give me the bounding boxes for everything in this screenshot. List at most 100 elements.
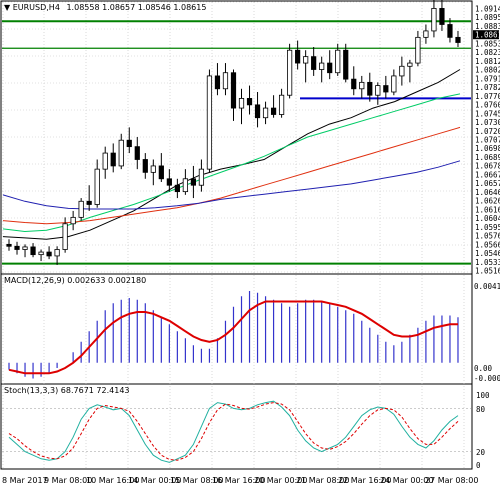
stoch-tick-label: 100 xyxy=(476,391,490,400)
svg-text:▼ EURUSD,H4 1.08558 1: ▼ EURUSD,H4 1.08558 1.08657 1.08546 1.08… xyxy=(4,3,206,12)
candle-body xyxy=(295,49,301,64)
candle-body xyxy=(270,107,277,115)
candle-body xyxy=(206,75,213,170)
price-tick-label: 1.07200 xyxy=(475,127,500,136)
stoch-axis: 100 80 20 0 xyxy=(476,391,490,470)
price-tick-label: 1.08835 xyxy=(475,22,500,31)
macd-tick-label: 0.00 xyxy=(474,364,493,373)
price-axis: 1.091401.089501.088351.086151.085301.082… xyxy=(473,5,500,276)
stoch-panel[interactable] xyxy=(0,383,473,470)
stoch-tick-label: 20 xyxy=(476,448,486,457)
candle-body xyxy=(46,251,52,257)
macd-panel[interactable] xyxy=(0,273,473,385)
price-tick-label: 1.08530 xyxy=(475,39,500,48)
symbol-label: EURUSD,H4 xyxy=(13,3,60,12)
candle-body xyxy=(166,178,172,186)
candle-body xyxy=(102,152,108,170)
candle-body xyxy=(262,107,269,119)
candle-body xyxy=(431,8,437,32)
time-tick-label: 27 Mar 08:00 xyxy=(425,476,478,485)
candle-body xyxy=(78,200,84,218)
price-tick-label: 1.06895 xyxy=(475,153,500,162)
price-tick-label: 1.08615 xyxy=(475,31,500,40)
candle-body xyxy=(158,165,164,180)
price-tick-label: 1.08950 xyxy=(475,13,500,22)
candle-body xyxy=(198,168,205,186)
candle-body xyxy=(134,146,140,160)
candle-body xyxy=(94,168,100,205)
price-tick-label: 1.08125 xyxy=(475,57,500,66)
candle-body xyxy=(118,139,124,167)
price-tick-label: 1.08230 xyxy=(475,48,500,57)
price-tick-label: 1.05330 xyxy=(475,258,500,267)
price-tick-label: 1.06460 xyxy=(475,188,500,197)
candle-body xyxy=(86,200,92,205)
candle-body xyxy=(70,216,76,225)
candle-body xyxy=(327,62,333,74)
price-tick-label: 1.05955 xyxy=(475,223,500,232)
candle-body xyxy=(319,62,325,70)
candle-body xyxy=(375,85,381,96)
stoch-label: Stoch(13,3,3) 68.7671 72.4143 xyxy=(4,386,130,395)
candle-body xyxy=(222,72,229,90)
macd-axis: 0.004116 0.00-0.000901 xyxy=(474,282,500,383)
symbol-icon: ▼ xyxy=(4,3,13,12)
candle-body xyxy=(238,98,245,109)
candle-body xyxy=(455,36,461,43)
macd-label: MACD(12,26,9) 0.002633 0.002180 xyxy=(4,276,146,285)
candle-body xyxy=(174,184,180,193)
price-tick-label: 1.06670 xyxy=(475,170,500,179)
price-tick-label: 1.07300 xyxy=(475,118,500,127)
time-tick-label: 8 Mar 2017 xyxy=(2,476,48,485)
candle-body xyxy=(439,8,445,25)
candle-body xyxy=(423,30,429,38)
candle-body xyxy=(246,98,253,106)
candle-body xyxy=(38,251,44,256)
candle-body xyxy=(182,178,188,193)
price-tick-label: 1.06785 xyxy=(475,162,500,171)
price-tick-label: 1.07605 xyxy=(475,101,500,110)
price-tick-label: 1.09140 xyxy=(475,5,500,14)
candle-body xyxy=(150,165,156,173)
candle-body xyxy=(254,104,261,119)
price-tick-label: 1.05660 xyxy=(475,240,500,249)
price-tick-label: 1.07825 xyxy=(475,83,500,92)
candle-body xyxy=(54,249,60,257)
ohlc-values: 1.08558 1.08657 1.08546 1.08615 xyxy=(66,3,206,12)
candle-body xyxy=(343,49,349,80)
candle-body xyxy=(359,81,365,90)
price-tick-label: 1.05465 xyxy=(475,249,500,258)
stoch-tick-label: 80 xyxy=(476,405,486,414)
candle-body xyxy=(142,159,148,173)
price-tick-label: 1.06265 xyxy=(475,197,500,206)
candle-body xyxy=(391,75,397,93)
price-tick-label: 1.07450 xyxy=(475,109,500,118)
candle-body xyxy=(6,243,12,247)
price-tick-label: 1.08025 xyxy=(475,66,500,75)
price-tick-label: 1.07915 xyxy=(475,74,500,83)
candle-body xyxy=(311,56,317,70)
price-tick-label: 1.07075 xyxy=(475,136,500,145)
candle-body xyxy=(407,62,413,67)
stoch-tick-label: 0 xyxy=(476,461,481,470)
candle-body xyxy=(367,81,373,96)
time-axis: 8 Mar 20179 Mar 08:0010 Mar 16:0014 Mar … xyxy=(2,476,478,485)
candle-body xyxy=(14,245,20,250)
candle-body xyxy=(22,246,28,250)
candle-body xyxy=(230,72,237,109)
candle-body xyxy=(335,49,341,74)
candle-body xyxy=(278,94,285,115)
candle-body xyxy=(62,223,68,250)
price-panel[interactable] xyxy=(0,0,473,275)
candle-body xyxy=(303,56,309,64)
trading-chart[interactable]: 1.091401.089501.088351.086151.085301.082… xyxy=(0,0,500,490)
candle-body xyxy=(415,36,421,64)
candle-body xyxy=(126,139,132,148)
price-tick-label: 1.05160 xyxy=(475,267,500,276)
price-tick-label: 1.06575 xyxy=(475,179,500,188)
candle-body xyxy=(383,85,389,93)
candle-body xyxy=(110,152,116,167)
price-tick-label: 1.06040 xyxy=(475,214,500,223)
price-tick-label: 1.06985 xyxy=(475,144,500,153)
price-tick-label: 1.07700 xyxy=(475,92,500,101)
